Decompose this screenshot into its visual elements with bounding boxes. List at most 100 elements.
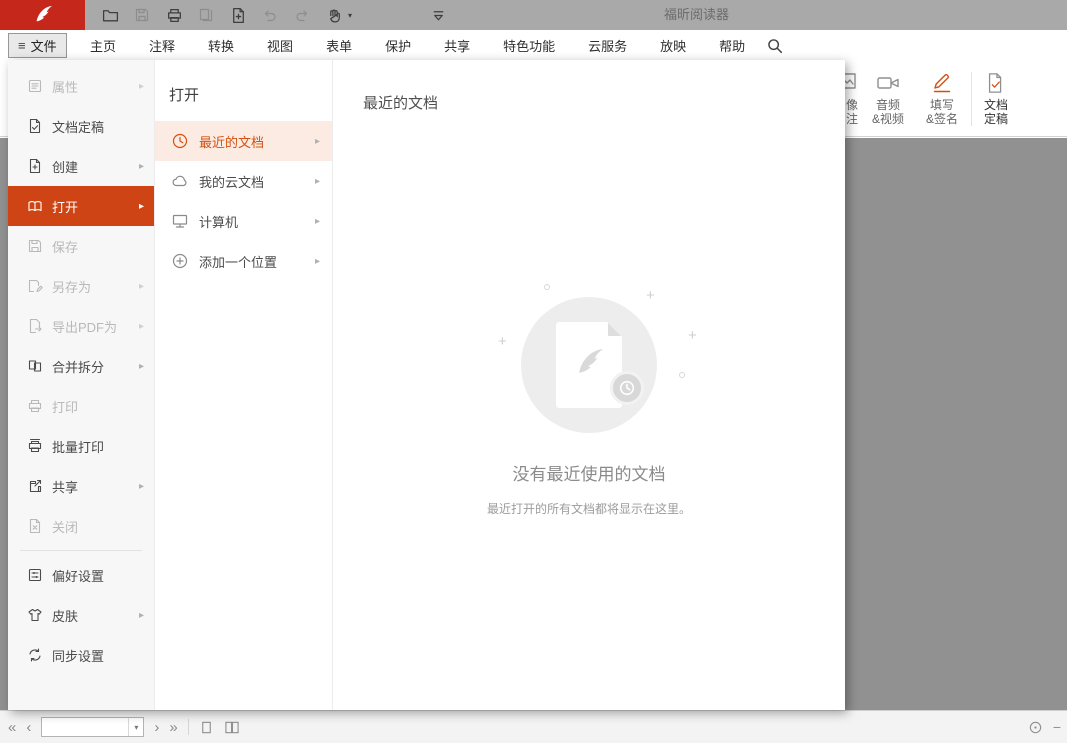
submenu-arrow-icon: ▸ (139, 161, 144, 172)
file-menu-item-export-pdf[interactable]: 导出PDF为 ▸ (8, 306, 154, 346)
open-file-button[interactable] (100, 4, 120, 26)
submenu-arrow-icon: ▸ (139, 201, 144, 212)
customize-toolbar-button[interactable] (428, 4, 448, 26)
file-menu-item-skin[interactable]: 皮肤 ▸ (8, 595, 154, 635)
file-menu-item-batch-print[interactable]: 批量打印 (8, 426, 154, 466)
sync-icon (27, 647, 43, 663)
ribbon-button-doc-finalize[interactable]: 文档 定稿 (968, 70, 1024, 126)
open-item-label: 最近的文档 (199, 132, 264, 151)
decor-plus: + (688, 328, 697, 343)
open-item-cloud-documents[interactable]: 我的云文档 ▸ (155, 161, 332, 201)
undo-button[interactable] (260, 4, 280, 26)
facing-page-view-button[interactable] (224, 720, 240, 735)
submenu-arrow-icon: ▸ (315, 176, 320, 187)
ribbon-button-audio-video[interactable]: 音频 &视频 (860, 70, 916, 126)
foxit-feather-icon (32, 4, 54, 26)
hand-tool-dropdown-icon[interactable]: ▾ (348, 11, 352, 20)
file-menu-item-sync-settings[interactable]: 同步设置 (8, 635, 154, 675)
clock-icon (171, 132, 189, 150)
app-logo-button[interactable] (0, 0, 85, 30)
page-input[interactable] (42, 718, 128, 736)
print-icon (27, 398, 43, 414)
file-menu-item-print[interactable]: 打印 (8, 386, 154, 426)
tab-comment[interactable]: 注释 (149, 36, 175, 55)
redo-icon (294, 7, 310, 23)
file-menu-item-create[interactable]: 创建 ▸ (8, 146, 154, 186)
share-icon (27, 478, 43, 494)
open-item-label: 我的云文档 (199, 172, 264, 191)
facing-pages-icon (224, 720, 240, 735)
menu-item-label: 打开 (52, 197, 78, 216)
search-button[interactable] (766, 37, 784, 55)
file-menu-item-doc-finalize[interactable]: 文档定稿 (8, 106, 154, 146)
file-menu-item-close[interactable]: 关闭 (8, 506, 154, 546)
file-menu-item-preferences[interactable]: 偏好设置 (8, 555, 154, 595)
save-icon (27, 238, 43, 254)
window-title: 福昕阅读器 (664, 0, 729, 30)
prev-page-button[interactable]: ‹ (26, 720, 31, 735)
doc-finalize-icon (27, 118, 43, 134)
tab-present[interactable]: 放映 (660, 36, 686, 55)
search-icon (766, 37, 784, 55)
file-menu-item-save[interactable]: 保存 (8, 226, 154, 266)
preferences-icon (27, 567, 43, 583)
next-page-button[interactable]: › (154, 720, 159, 735)
foxit-feather-watermark-icon (572, 346, 606, 380)
file-menu-item-combine-split[interactable]: 合并拆分 ▸ (8, 346, 154, 386)
last-page-button[interactable]: » (169, 720, 177, 735)
file-menu-backstage: 属性 ▸ 文档定稿 创建 ▸ 打开 ▸ 保存 (8, 60, 845, 710)
copy-pages-button[interactable] (196, 4, 216, 26)
empty-state-title: 没有最近使用的文档 (333, 460, 845, 485)
submenu-arrow-icon: ▸ (315, 136, 320, 147)
page-number-box: ▾ (41, 717, 144, 737)
hand-tool-button[interactable] (324, 4, 344, 26)
hamburger-icon: ≡ (18, 38, 26, 53)
tab-share[interactable]: 共享 (444, 36, 470, 55)
open-item-computer[interactable]: 计算机 ▸ (155, 201, 332, 241)
file-menu-item-save-as[interactable]: 另存为 ▸ (8, 266, 154, 306)
open-item-recent-documents[interactable]: 最近的文档 ▸ (155, 121, 332, 161)
page-dropdown-icon[interactable]: ▾ (128, 718, 143, 736)
open-item-label: 计算机 (199, 212, 238, 231)
submenu-arrow-icon: ▸ (139, 81, 144, 92)
submenu-arrow-icon: ▸ (139, 321, 144, 332)
tab-protect[interactable]: 保护 (385, 36, 411, 55)
single-page-icon (199, 720, 214, 735)
menu-item-label: 另存为 (52, 277, 91, 296)
tab-features[interactable]: 特色功能 (503, 36, 555, 55)
menu-item-label: 文档定稿 (52, 117, 104, 136)
menu-item-label: 同步设置 (52, 646, 104, 665)
tab-form[interactable]: 表单 (326, 36, 352, 55)
open-icon (27, 198, 43, 214)
skin-icon (27, 607, 43, 623)
menu-item-label: 导出PDF为 (52, 317, 117, 336)
tab-cloud[interactable]: 云服务 (588, 36, 627, 55)
save-button[interactable] (132, 4, 152, 26)
tab-home[interactable]: 主页 (90, 36, 116, 55)
tab-view[interactable]: 视图 (267, 36, 293, 55)
ribbon-button-fill-sign[interactable]: 填写 &签名 (914, 70, 970, 126)
menu-item-label: 共享 (52, 477, 78, 496)
file-menu-item-open[interactable]: 打开 ▸ (8, 186, 154, 226)
ribbon-label-line: &视频 (860, 112, 916, 126)
tab-file[interactable]: ≡ 文件 (8, 33, 67, 58)
app-window: ▾ 福昕阅读器 ≡ 文件 主页 注释 转换 视图 表单 保护 共享 特色功能 云… (0, 0, 1067, 743)
export-pdf-icon (27, 318, 43, 334)
first-page-button[interactable]: « (8, 720, 16, 735)
open-item-add-place[interactable]: 添加一个位置 ▸ (155, 241, 332, 281)
new-document-icon (230, 7, 247, 24)
menu-item-label: 保存 (52, 237, 78, 256)
single-page-view-button[interactable] (199, 720, 214, 735)
create-icon (27, 158, 43, 174)
statusbar-separator (188, 719, 189, 735)
tab-help[interactable]: 帮助 (719, 36, 745, 55)
zoom-out-icon[interactable]: − (1053, 719, 1061, 735)
tab-convert[interactable]: 转换 (208, 36, 234, 55)
zoom-tool-button[interactable] (1028, 720, 1043, 735)
file-menu-item-properties[interactable]: 属性 ▸ (8, 66, 154, 106)
submenu-arrow-icon: ▸ (139, 610, 144, 621)
new-document-button[interactable] (228, 4, 248, 26)
redo-button[interactable] (292, 4, 312, 26)
file-menu-item-share[interactable]: 共享 ▸ (8, 466, 154, 506)
print-button[interactable] (164, 4, 184, 26)
